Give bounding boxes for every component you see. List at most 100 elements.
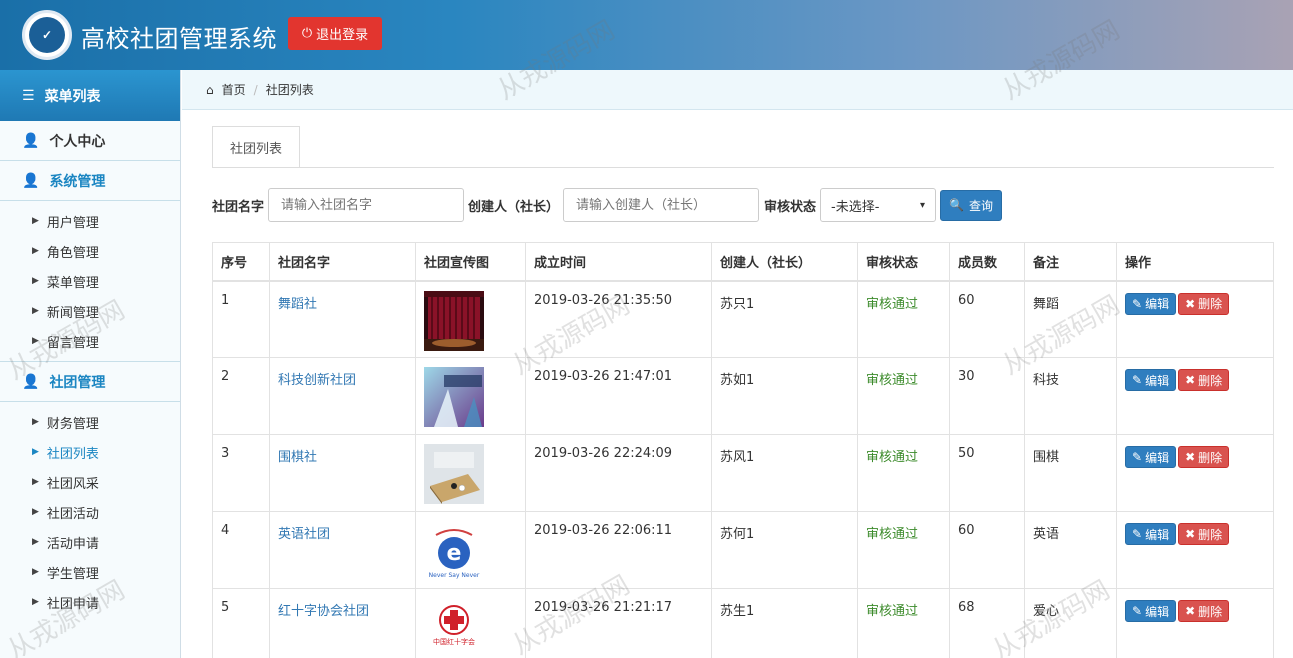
club-name-link[interactable]: 英语社团 bbox=[278, 527, 330, 542]
cell-image: 中国红十字会 bbox=[415, 588, 526, 658]
cell-status: 审核通过 bbox=[857, 280, 950, 358]
edit-label: 编辑 bbox=[1145, 297, 1170, 311]
breadcrumb-home[interactable]: 首页 bbox=[222, 81, 246, 98]
sidebar-item-club-style[interactable]: ▶ 社团风采 bbox=[0, 467, 180, 497]
club-name-link[interactable]: 科技创新社团 bbox=[278, 373, 356, 388]
sidebar-item-messages[interactable]: ▶ 留言管理 bbox=[0, 326, 180, 356]
status-label: 审核状态 bbox=[764, 199, 817, 215]
caret-right-icon: ▶ bbox=[32, 306, 39, 316]
cell-founded: 2019-03-26 21:21:17 bbox=[525, 588, 712, 658]
cell-members: 50 bbox=[949, 434, 1025, 512]
sidebar-item-label: 个人中心 bbox=[49, 133, 106, 150]
edit-button[interactable]: ✎ 编辑 bbox=[1125, 369, 1177, 391]
col-name: 社团名字 bbox=[269, 242, 416, 282]
power-icon: ⏻ bbox=[301, 26, 313, 41]
cell-status: 审核通过 bbox=[857, 434, 950, 512]
cell-remark: 科技 bbox=[1024, 357, 1117, 435]
cell-image bbox=[415, 280, 526, 358]
sidebar-header: ☰ 菜单列表 bbox=[0, 70, 180, 121]
table-row: 5 红十字协会社团 中国红十字会 2019-03-26 21:21:17 苏生1… bbox=[212, 588, 1274, 658]
caret-right-icon: ▶ bbox=[32, 246, 39, 256]
col-actions: 操作 bbox=[1116, 242, 1274, 282]
svg-text:e: e bbox=[447, 541, 462, 566]
table-row: 2 科技创新社团 2019-03-26 21:47:01 苏如1 审核通过 30… bbox=[212, 357, 1274, 435]
cell-founded: 2019-03-26 22:24:09 bbox=[525, 434, 712, 512]
sidebar-group-club[interactable]: 👤 社团管理 bbox=[0, 362, 180, 402]
cell-status: 审核通过 bbox=[857, 588, 950, 658]
cell-remark: 围棋 bbox=[1024, 434, 1117, 512]
delete-button[interactable]: ✖ 删除 bbox=[1178, 446, 1230, 468]
cell-creator: 苏风1 bbox=[711, 434, 858, 512]
logout-button[interactable]: ⏻ 退出登录 bbox=[288, 17, 382, 50]
cell-image: e Never Say Never bbox=[415, 511, 526, 589]
sidebar-item-label: 财务管理 bbox=[46, 416, 99, 432]
sidebar-item-users[interactable]: ▶ 用户管理 bbox=[0, 206, 180, 236]
delete-button[interactable]: ✖ 删除 bbox=[1178, 523, 1230, 545]
tab-club-list[interactable]: 社团列表 bbox=[212, 126, 300, 168]
sidebar-item-label: 社团列表 bbox=[46, 446, 99, 462]
cell-index: 1 bbox=[212, 280, 270, 358]
col-creator: 创建人（社长） bbox=[711, 242, 858, 282]
edit-label: 编辑 bbox=[1145, 450, 1170, 465]
club-name-link[interactable]: 围棋社 bbox=[278, 450, 317, 465]
system-submenu: ▶ 用户管理 ▶ 角色管理 ▶ 菜单管理 ▶ 新闻管理 ▶ 留言管理 bbox=[0, 201, 180, 362]
cell-name: 英语社团 bbox=[269, 511, 416, 589]
cell-name: 科技创新社团 bbox=[269, 357, 416, 435]
sidebar-item-club-apply[interactable]: ▶ 社团申请 bbox=[0, 587, 180, 617]
sidebar-item-club-list[interactable]: ▶ 社团列表 bbox=[0, 437, 180, 467]
close-icon: ✖ bbox=[1185, 527, 1196, 541]
cell-creator: 苏只1 bbox=[711, 280, 858, 358]
col-remark: 备注 bbox=[1024, 242, 1117, 282]
caret-right-icon: ▶ bbox=[32, 477, 39, 487]
cell-creator: 苏生1 bbox=[711, 588, 858, 658]
sidebar-item-label: 社团风采 bbox=[46, 476, 99, 492]
sidebar-item-club-activity[interactable]: ▶ 社团活动 bbox=[0, 497, 180, 527]
app-title: 高校社团管理系统 bbox=[81, 25, 277, 53]
cell-founded: 2019-03-26 22:06:11 bbox=[525, 511, 712, 589]
breadcrumb-current: 社团列表 bbox=[265, 83, 314, 97]
cell-status: 审核通过 bbox=[857, 357, 950, 435]
edit-button[interactable]: ✎ 编辑 bbox=[1125, 292, 1177, 315]
creator-input[interactable] bbox=[563, 188, 760, 222]
sidebar-item-students[interactable]: ▶ 学生管理 bbox=[0, 557, 180, 587]
club-name-link[interactable]: 红十字协会社团 bbox=[278, 604, 369, 619]
sidebar-item-label: 社团活动 bbox=[46, 506, 99, 522]
caret-right-icon: ▶ bbox=[32, 447, 39, 457]
sidebar-item-label: 新闻管理 bbox=[46, 305, 99, 321]
col-members: 成员数 bbox=[949, 242, 1025, 282]
sidebar-item-menus[interactable]: ▶ 菜单管理 bbox=[0, 266, 180, 296]
edit-button[interactable]: ✎ 编辑 bbox=[1125, 600, 1177, 622]
query-button[interactable]: 🔍 查询 bbox=[940, 189, 1003, 221]
caret-right-icon: ▶ bbox=[32, 507, 39, 517]
sidebar-item-personal[interactable]: 👤 个人中心 bbox=[0, 121, 180, 161]
delete-button[interactable]: ✖ 删除 bbox=[1178, 369, 1230, 391]
sidebar-item-finance[interactable]: ▶ 财务管理 bbox=[0, 407, 180, 437]
sidebar-item-activity-apply[interactable]: ▶ 活动申请 bbox=[0, 527, 180, 557]
edit-button[interactable]: ✎ 编辑 bbox=[1125, 523, 1177, 545]
caret-right-icon: ▶ bbox=[32, 567, 39, 577]
close-icon: ✖ bbox=[1185, 373, 1196, 387]
go-board-image bbox=[424, 444, 484, 504]
status-select[interactable]: -未选择- ▾ bbox=[820, 188, 937, 222]
club-name-link[interactable]: 舞蹈社 bbox=[278, 297, 317, 312]
delete-button[interactable]: ✖ 删除 bbox=[1178, 292, 1230, 315]
breadcrumb: ⌂ 首页 / 社团列表 bbox=[182, 70, 1293, 110]
dance-stage-image bbox=[424, 290, 484, 351]
svg-text:中国红十字会: 中国红十字会 bbox=[433, 637, 475, 646]
close-icon: ✖ bbox=[1185, 450, 1196, 464]
cell-creator: 苏如1 bbox=[711, 357, 858, 435]
edit-button[interactable]: ✎ 编辑 bbox=[1125, 446, 1177, 468]
sidebar-group-system[interactable]: 👤 系统管理 bbox=[0, 161, 180, 201]
club-name-input[interactable] bbox=[268, 188, 465, 222]
delete-button[interactable]: ✖ 删除 bbox=[1178, 600, 1230, 622]
svg-text:Never Say Never: Never Say Never bbox=[429, 572, 480, 579]
sidebar-item-news[interactable]: ▶ 新闻管理 bbox=[0, 296, 180, 326]
table-row: 1 舞蹈社 2019-03-26 21:35:50 苏只1 审核通过 60 舞蹈… bbox=[212, 280, 1274, 358]
status-selected: -未选择- bbox=[831, 199, 880, 215]
caret-right-icon: ▶ bbox=[32, 336, 39, 346]
sidebar-item-roles[interactable]: ▶ 角色管理 bbox=[0, 236, 180, 266]
red-cross-logo: 中国红十字会 bbox=[424, 598, 484, 658]
cell-actions: ✎ 编辑 ✖ 删除 bbox=[1116, 588, 1274, 658]
club-submenu: ▶ 财务管理 ▶ 社团列表 ▶ 社团风采 ▶ 社团活动 ▶ 活动申请 ▶ 学生管理 ▶ 社团申… bbox=[0, 402, 180, 622]
col-status: 审核状态 bbox=[857, 242, 950, 282]
